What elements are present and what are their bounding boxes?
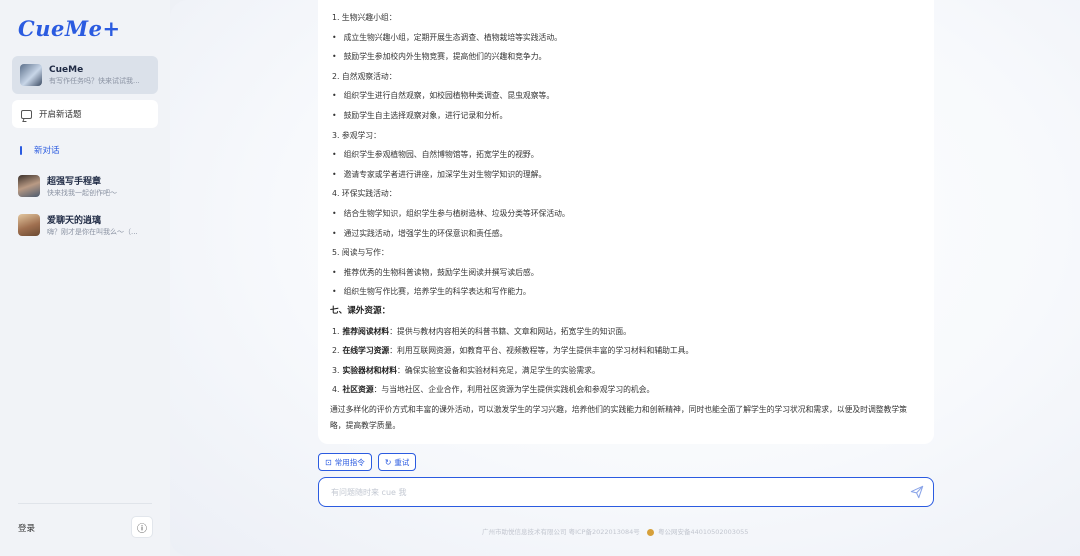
bullet-item: 成立生物兴趣小组，定期开展生态调查、植物栽培等实践活动。 xyxy=(330,28,922,48)
retry-chip[interactable]: ↻ 重试 xyxy=(377,453,417,471)
login-link[interactable]: 登录 xyxy=(18,522,35,534)
new-topic-button[interactable]: 开启新话题 xyxy=(12,100,158,128)
resource-item: 2. 在线学习资源：利用互联网资源，如教育平台、视频教程等，为学生提供丰富的学习材… xyxy=(330,341,922,361)
info-icon: ⓘ xyxy=(137,523,147,535)
divider xyxy=(18,503,152,504)
bot-name: CueMe xyxy=(49,64,84,75)
commands-label: 常用指令 xyxy=(334,457,365,467)
icp-text: 广州市助悦信息技术有限公司 粤ICP备2022013084号 xyxy=(482,528,640,536)
sidebar-item-new-chat[interactable]: 新对话 xyxy=(20,144,60,156)
resource-title: 实验器材和材料 xyxy=(342,365,398,375)
section-title: 七、课外资源： xyxy=(330,305,391,316)
avatar xyxy=(18,175,40,197)
conversation-subtitle: 快来找我一起创作吧～ xyxy=(47,189,117,197)
bullet-item: 结合生物学知识，组织学生参与植树造林、垃圾分类等环保活动。 xyxy=(330,204,922,224)
sidebar: CueMe+ CueMe 有写作任务吗？快来试试我... 开启新话题 新对话 超… xyxy=(0,0,170,556)
answer-card: 1. 生物兴趣小组： 成立生物兴趣小组，定期开展生态调查、植物栽培等实践活动。鼓励… xyxy=(318,0,934,444)
avatar xyxy=(18,214,40,236)
chat-input-box xyxy=(318,477,934,507)
bullet-item: 通过实践活动，增强学生的环保意识和责任感。 xyxy=(330,224,922,244)
bullet-item: 组织学生进行自然观察，如校园植物种类调查、昆虫观察等。 xyxy=(330,86,922,106)
chip-row: ⊡ 常用指令 ↻ 重试 xyxy=(318,453,422,471)
bot-card-cueme[interactable]: CueMe 有写作任务吗？快来试试我... xyxy=(12,56,158,94)
resource-text: ：提供与教材内容相关的科普书籍、文章和网站，拓宽学生的知识面。 xyxy=(389,326,631,336)
resource-title: 社区资源 xyxy=(342,385,374,395)
resource-text: ：与当地社区、企业合作，利用社区资源为学生提供实践机会和参观学习的机会。 xyxy=(373,385,655,395)
sidebar-item-conversation[interactable]: 超强写手程章 快来找我一起创作吧～ xyxy=(18,172,164,200)
conversation-subtitle: 嗨？刚才是你在叫我么～（... xyxy=(47,228,138,236)
conversation-name: 爱聊天的逍璃 xyxy=(47,216,102,226)
resource-number: 1. xyxy=(332,326,340,336)
conversation-name: 超强写手程章 xyxy=(47,177,102,187)
resource-title: 在线学习资源 xyxy=(342,346,390,356)
resource-item: 4. 社区资源：与当地社区、企业合作，利用社区资源为学生提供实践机会和参观学习的机… xyxy=(330,380,922,400)
send-icon[interactable] xyxy=(910,485,924,499)
logo: CueMe+ xyxy=(18,16,121,41)
sidebar-item-conversation[interactable]: 爱聊天的逍璃 嗨？刚才是你在叫我么～（... xyxy=(18,211,164,239)
app-window: CueMe+ CueMe 有写作任务吗？快来试试我... 开启新话题 新对话 超… xyxy=(0,0,1080,556)
resource-text: ：确保实验室设备和实验材料充足，满足学生的实验需求。 xyxy=(397,365,600,375)
resource-number: 2. xyxy=(332,346,340,356)
commands-chip[interactable]: ⊡ 常用指令 xyxy=(318,453,372,471)
chat-input[interactable] xyxy=(329,486,889,498)
bullet-item: 鼓励学生自主选择观察对象，进行记录和分析。 xyxy=(330,106,922,126)
resource-number: 4. xyxy=(332,385,340,395)
retry-label: 重试 xyxy=(394,457,410,467)
new-topic-label: 开启新话题 xyxy=(39,110,82,120)
resource-number: 3. xyxy=(332,365,340,375)
bullet-item: 组织学生参观植物园、自然博物馆等，拓宽学生的视野。 xyxy=(330,145,922,165)
resource-item: 3. 实验器材和材料：确保实验室设备和实验材料充足，满足学生的实验需求。 xyxy=(330,361,922,381)
resource-text: ：利用互联网资源，如教育平台、视频教程等，为学生提供丰富的学习材料和辅助工具。 xyxy=(389,346,694,356)
bullet-item: 推荐优秀的生物科普读物，鼓励学生阅读并撰写读后感。 xyxy=(330,263,922,283)
police-badge-icon xyxy=(646,528,654,536)
command-icon: ⊡ xyxy=(325,457,332,467)
refresh-icon: ↻ xyxy=(384,457,392,467)
resource-title: 推荐阅读材料 xyxy=(342,326,390,336)
police-text: 粤公网安备44010502003055 xyxy=(657,528,749,536)
new-chat-label: 新对话 xyxy=(34,146,60,156)
bullet-item: 组织生物写作比赛，培养学生的科学表达和写作能力。 xyxy=(330,282,922,302)
main-panel: 1. 生物兴趣小组： 成立生物兴趣小组，定期开展生态调查、植物栽培等实践活动。鼓励… xyxy=(170,0,1080,556)
bot-subtitle: 有写作任务吗？快来试试我... xyxy=(49,76,140,85)
active-indicator xyxy=(20,145,22,155)
bullet-item: 邀请专家或学者进行讲座，加深学生对生物学知识的理解。 xyxy=(330,165,922,185)
numbered-heading: 1. 生物兴趣小组： xyxy=(332,13,397,22)
numbered-heading: 4. 环保实践活动： xyxy=(332,189,397,199)
footer: 广州市助悦信息技术有限公司 粤ICP备2022013084号 粤公网安备4401… xyxy=(482,526,748,536)
resource-item: 1. 推荐阅读材料：提供与教材内容相关的科普书籍、文章和网站，拓宽学生的知识面。 xyxy=(330,322,922,342)
numbered-heading: 3. 参观学习： xyxy=(332,130,381,140)
bullet-item: 鼓励学生参加校内外生物竞赛，提高他们的兴趣和竞争力。 xyxy=(330,47,922,67)
chat-bubble-icon xyxy=(21,109,32,119)
info-button[interactable]: ⓘ xyxy=(131,516,153,538)
numbered-heading: 2. 自然观察活动： xyxy=(332,71,397,81)
avatar xyxy=(20,64,42,86)
numbered-heading: 5. 阅读与写作： xyxy=(332,248,389,258)
conclusion-text: 通过多样化的评价方式和丰富的课外活动，可以激发学生的学习兴趣，培养他们的实践能力… xyxy=(330,404,907,430)
